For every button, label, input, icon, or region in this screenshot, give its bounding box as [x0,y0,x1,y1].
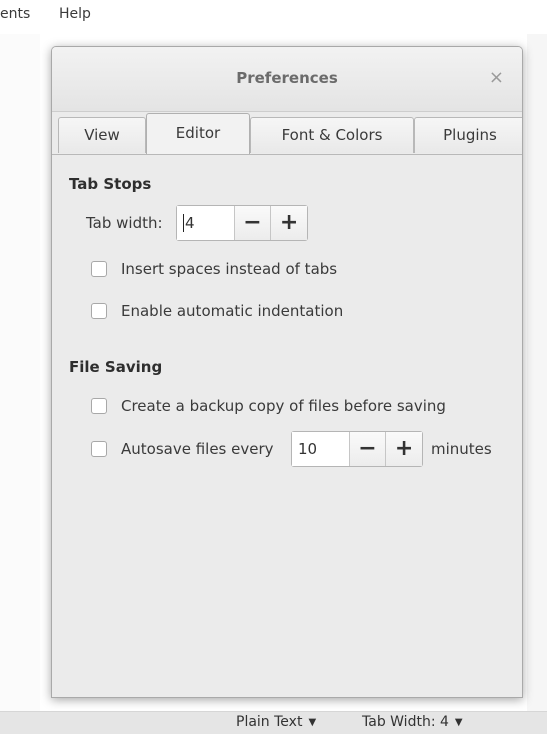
tab-width-spinbutton: 4 − + [176,205,308,241]
tab-width-selector[interactable]: Tab Width: 4 ▼ [362,714,463,730]
tab-width-status-label: Tab Width: 4 [362,714,449,730]
language-label: Plain Text [236,714,303,730]
tab-view[interactable]: View [58,117,146,153]
menu-item-help[interactable]: Help [59,6,91,22]
preferences-dialog: Preferences × View Editor Font & Colors … [51,46,523,698]
backup-label: Create a backup copy of files before sav… [121,397,446,415]
tab-stops-heading: Tab Stops [69,175,152,193]
chevron-down-icon: ▼ [454,717,463,728]
backup-checkbox[interactable] [91,398,107,414]
file-saving-heading: File Saving [69,358,163,376]
menu-item-documents[interactable]: ents [0,6,30,22]
insert-spaces-label: Insert spaces instead of tabs [121,260,338,278]
backup-row[interactable]: Create a backup copy of files before sav… [91,397,446,415]
tab-width-increment-button[interactable]: + [271,206,307,240]
tab-font-colors[interactable]: Font & Colors [250,117,414,153]
tab-width-decrement-button[interactable]: − [234,206,272,240]
autosave-increment-button[interactable]: + [386,432,422,466]
auto-indent-checkbox[interactable] [91,303,107,319]
tab-plugins[interactable]: Plugins [414,117,522,153]
tab-width-input[interactable]: 4 [177,206,235,240]
statusbar: Plain Text ▼ Tab Width: 4 ▼ [0,711,547,734]
auto-indent-label: Enable automatic indentation [121,302,344,320]
dialog-title: Preferences [236,69,338,87]
insert-spaces-row[interactable]: Insert spaces instead of tabs [91,260,337,278]
background-editor-right [527,34,547,711]
background-editor-left [0,34,40,711]
tab-width-label: Tab width: [86,214,163,232]
insert-spaces-checkbox[interactable] [91,261,107,277]
close-icon[interactable]: × [489,67,504,88]
language-selector[interactable]: Plain Text ▼ [236,714,316,730]
chevron-down-icon: ▼ [308,717,317,728]
editor-tab-content: Tab Stops Tab width: 4 − + Insert spaces… [52,155,522,697]
autosave-checkbox[interactable] [91,441,107,457]
autosave-unit-label: minutes [431,440,492,458]
autosave-row[interactable]: Autosave files every [91,440,274,458]
menubar: ents Help [0,0,547,34]
autosave-decrement-button[interactable]: − [349,432,387,466]
auto-indent-row[interactable]: Enable automatic indentation [91,302,343,320]
tab-width-value: 4 [185,214,195,232]
autosave-spinbutton: 10 − + [291,431,423,467]
autosave-input[interactable]: 10 [292,432,350,466]
dialog-titlebar[interactable]: Preferences × [52,47,522,112]
autosave-label: Autosave files every [121,440,274,458]
tab-editor[interactable]: Editor [146,113,250,157]
text-cursor [183,214,184,232]
tab-bar: View Editor Font & Colors Plugins [58,113,522,157]
